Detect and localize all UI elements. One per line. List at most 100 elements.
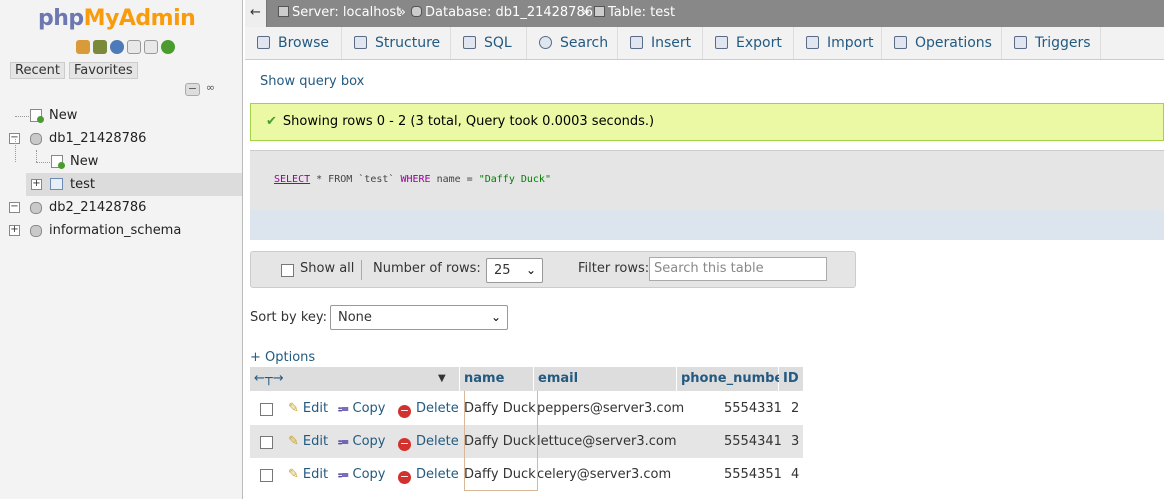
- browse-icon: [257, 36, 270, 49]
- dropdown-triangle-icon[interactable]: ▼: [438, 367, 446, 391]
- import-icon: [806, 36, 819, 49]
- delete-link[interactable]: − Delete: [398, 458, 459, 491]
- database-icon: [30, 202, 42, 214]
- reload-icon[interactable]: [161, 40, 175, 54]
- docs-icon[interactable]: [127, 40, 141, 54]
- recent-tab[interactable]: Recent: [10, 62, 65, 79]
- link-icon[interactable]: ∞: [203, 82, 218, 96]
- cell-id[interactable]: 4: [791, 458, 799, 491]
- column-resize-header[interactable]: ←┬→ ▼: [250, 367, 459, 391]
- sort-by-key-select[interactable]: None ⌄: [330, 305, 508, 330]
- breadcrumb-database[interactable]: Database: db1_21428786: [411, 0, 593, 26]
- tab-import[interactable]: Import: [794, 27, 882, 59]
- cell-email[interactable]: celery@server3.com: [537, 458, 671, 491]
- navigation-sidebar: phpMyAdmin Recent Favorites − ∞ New − db…: [0, 0, 243, 499]
- copy-icon: ⩴: [338, 467, 349, 481]
- breadcrumb-server[interactable]: Server: localhost: [278, 0, 401, 26]
- expand-icon[interactable]: +: [9, 225, 20, 236]
- row-checkbox[interactable]: [260, 469, 273, 482]
- breadcrumb-separator: »: [398, 5, 406, 20]
- recent-favorites-tabs: Recent Favorites: [10, 62, 138, 79]
- header-email[interactable]: email: [534, 367, 676, 391]
- settings-icon[interactable]: [144, 40, 158, 54]
- row-checkbox[interactable]: [260, 436, 273, 449]
- table-icon: [50, 178, 63, 190]
- cell-id[interactable]: 2: [791, 392, 799, 425]
- database-tree: New − db1_21428786 New + test − db2_2142…: [0, 104, 242, 242]
- delete-link[interactable]: − Delete: [398, 392, 459, 425]
- tab-sql[interactable]: SQL: [451, 27, 527, 59]
- pencil-icon: ✎: [288, 467, 299, 482]
- sql-query-actions-strip: [250, 210, 1164, 240]
- copy-link[interactable]: ⩴ Copy: [338, 425, 385, 458]
- show-query-box-link[interactable]: Show query box: [260, 74, 364, 89]
- number-of-rows-label: Number of rows:: [373, 261, 481, 276]
- edit-link[interactable]: ✎ Edit: [288, 392, 328, 425]
- collapse-icon[interactable]: −: [9, 202, 20, 213]
- resize-arrows-icon[interactable]: ←┬→: [254, 371, 284, 386]
- copy-link[interactable]: ⩴ Copy: [338, 392, 385, 425]
- tab-insert[interactable]: Insert: [618, 27, 703, 59]
- tree-item-information-schema[interactable]: + information_schema: [0, 219, 242, 242]
- pencil-icon: ✎: [288, 401, 299, 416]
- cell-email[interactable]: lettuce@server3.com: [537, 425, 677, 458]
- tab-triggers[interactable]: Triggers: [1002, 27, 1101, 59]
- tree-item-new-database[interactable]: New: [0, 104, 242, 127]
- row-checkbox[interactable]: [260, 403, 273, 416]
- new-table-icon: [51, 155, 65, 169]
- back-arrow-icon[interactable]: ←: [245, 0, 267, 27]
- tab-search[interactable]: Search: [527, 27, 618, 59]
- expand-icon[interactable]: +: [31, 179, 42, 190]
- cell-phone[interactable]: 5554341: [724, 425, 782, 458]
- delete-icon: −: [398, 404, 411, 418]
- header-phone-number[interactable]: phone_number: [677, 367, 790, 391]
- phpmyadmin-logo[interactable]: phpMyAdmin: [38, 6, 196, 31]
- delete-icon: −: [398, 437, 411, 451]
- new-database-icon: [30, 109, 44, 123]
- cell-id[interactable]: 3: [791, 425, 799, 458]
- tab-operations[interactable]: Operations: [882, 27, 1002, 59]
- cell-phone[interactable]: 5554351: [724, 458, 782, 491]
- tree-item-new-table[interactable]: New: [0, 139, 242, 173]
- show-all-label: Show all: [300, 261, 355, 276]
- sql-icon: [463, 36, 476, 49]
- chevron-down-icon: ⌄: [525, 263, 536, 277]
- delete-link[interactable]: − Delete: [398, 425, 459, 458]
- tree-item-db2[interactable]: − db2_21428786: [0, 196, 242, 219]
- help-icon[interactable]: [110, 40, 124, 54]
- header-id[interactable]: ID: [779, 367, 803, 391]
- copy-icon: ⩴: [338, 401, 349, 415]
- check-icon: ✔: [266, 114, 277, 129]
- edit-link[interactable]: ✎ Edit: [288, 458, 328, 491]
- header-name[interactable]: name: [460, 367, 533, 391]
- table-menu-tabs: Browse Structure SQL Search Insert Expor…: [245, 27, 1164, 60]
- breadcrumb-table[interactable]: Table: test: [594, 0, 675, 26]
- table-icon: [594, 6, 605, 17]
- favorites-tab[interactable]: Favorites: [68, 62, 138, 79]
- cell-email[interactable]: peppers@server3.com: [537, 392, 684, 425]
- cell-phone[interactable]: 5554331: [724, 392, 782, 425]
- tree-item-db1[interactable]: − db1_21428786: [0, 127, 242, 150]
- options-toggle[interactable]: + Options: [250, 350, 315, 365]
- triggers-icon: [1014, 36, 1027, 49]
- filter-rows-input[interactable]: Search this table: [649, 257, 827, 281]
- wrench-icon: [894, 36, 907, 49]
- tab-browse[interactable]: Browse: [245, 27, 342, 59]
- delete-icon: −: [398, 470, 411, 484]
- number-of-rows-select[interactable]: 25 ⌄: [486, 258, 543, 283]
- success-message: ✔ Showing rows 0 - 2 (3 total, Query took…: [250, 103, 1164, 141]
- home-icon[interactable]: [76, 40, 90, 54]
- tree-item-test[interactable]: + test: [26, 173, 242, 196]
- collapse-all-icon[interactable]: −: [185, 83, 200, 96]
- show-all-checkbox[interactable]: [281, 264, 294, 277]
- tab-structure[interactable]: Structure: [342, 27, 451, 59]
- breadcrumb-separator: »: [582, 5, 590, 20]
- pencil-icon: ✎: [288, 434, 299, 449]
- edit-link[interactable]: ✎ Edit: [288, 425, 328, 458]
- copy-link[interactable]: ⩴ Copy: [338, 458, 385, 491]
- structure-icon: [354, 36, 367, 49]
- main-content: Show query box ✔ Showing rows 0 - 2 (3 to…: [245, 60, 1164, 499]
- sort-by-key-label: Sort by key:: [250, 310, 328, 325]
- tab-export[interactable]: Export: [703, 27, 794, 59]
- logout-icon[interactable]: [93, 40, 107, 54]
